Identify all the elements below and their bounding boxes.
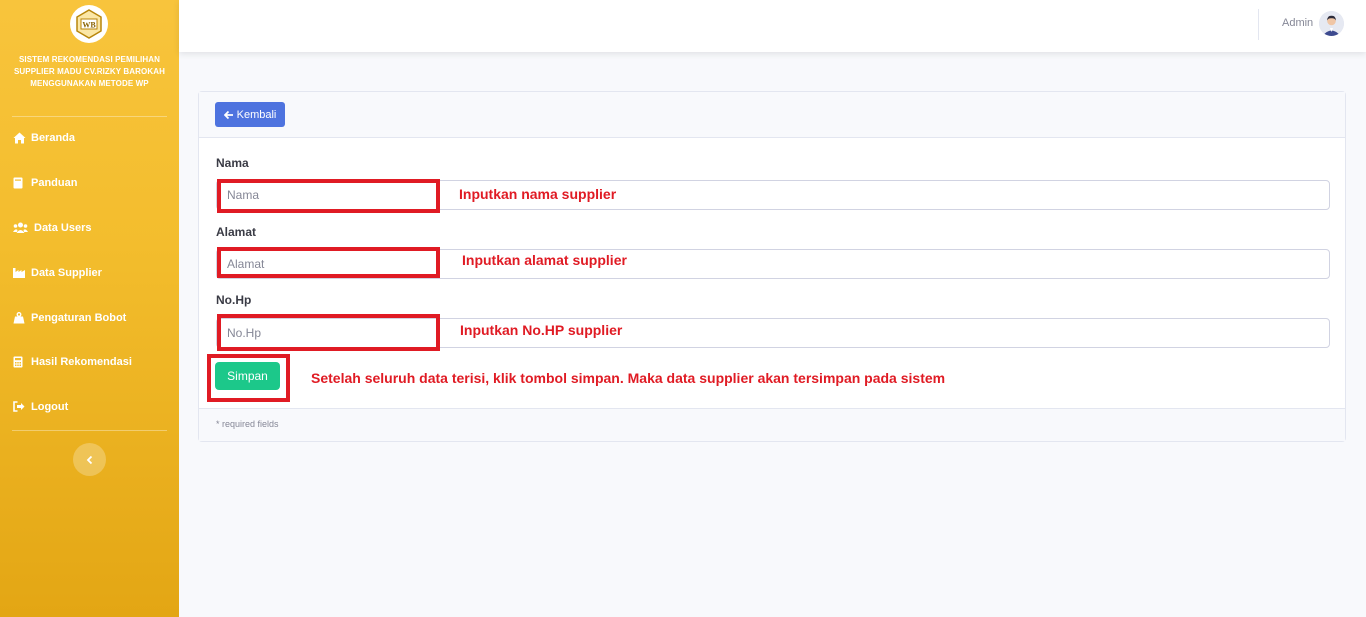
user-avatar[interactable] [1319,11,1344,36]
users-icon [13,222,28,234]
sidebar-item-data-users[interactable]: Data Users [0,216,179,240]
industry-icon [13,267,25,279]
annotation-nohp: Inputkan No.HP supplier [460,322,623,338]
sidebar-item-beranda[interactable]: Beranda [0,126,179,150]
nohp-input[interactable] [216,318,1330,348]
save-button-label: Simpan [227,369,268,383]
sidebar-item-data-supplier[interactable]: Data Supplier [0,261,179,285]
weight-icon [13,312,25,324]
sidebar-item-label: Data Supplier [31,267,102,279]
home-icon [13,132,26,144]
user-name[interactable]: Admin [1282,17,1313,29]
chevron-left-icon [86,455,92,464]
nama-input[interactable] [216,180,1330,210]
sidebar-item-pengaturan-bobot[interactable]: Pengaturan Bobot [0,306,179,330]
nama-label: Nama [216,156,249,170]
required-fields-note: * required fields [216,419,279,429]
annotation-simpan: Setelah seluruh data terisi, klik tombol… [311,370,946,386]
brand-title: SISTEM REKOMENDASI PEMILIHAN SUPPLIER MA… [13,55,165,88]
arrow-left-icon [223,110,233,119]
book-icon [13,177,25,189]
logo-emblem-icon: WB [76,9,102,39]
back-button[interactable]: Kembali [215,102,285,127]
sidebar-toggle-button[interactable] [73,443,106,476]
sidebar-item-hasil-rekomendasi[interactable]: Hasil Rekomendasi [0,350,179,374]
sidebar-divider [12,116,167,117]
sidebar-divider [12,430,167,431]
sidebar-item-label: Logout [31,401,69,413]
sidebar-item-logout[interactable]: Logout [0,395,179,419]
brand-logo[interactable]: WB [70,5,108,43]
avatar-icon [1319,11,1344,36]
nohp-label: No.Hp [216,293,252,307]
sign-out-icon [13,401,25,413]
sidebar-item-panduan[interactable]: Panduan [0,171,179,195]
alamat-label: Alamat [216,225,257,239]
sidebar-item-label: Beranda [31,132,76,144]
back-button-label: Kembali [236,108,277,121]
annotation-alamat: Inputkan alamat supplier [462,252,627,268]
annotation-nama: Inputkan nama supplier [459,186,617,202]
sidebar: WB SISTEM REKOMENDASI PEMILIHAN SUPPLIER… [0,0,179,617]
topbar-divider [1258,9,1259,40]
sidebar-item-label: Data Users [34,222,92,234]
topbar: Admin [179,0,1366,52]
sidebar-item-label: Panduan [31,177,78,189]
card-header: Kembali [199,92,1345,138]
alamat-input[interactable] [216,249,1330,279]
sidebar-item-label: Hasil Rekomendasi [31,356,132,368]
card-footer: * required fields [199,408,1345,441]
supplier-form-card: Kembali Nama Alamat No.Hp Simpan * requi… [198,91,1346,442]
save-button[interactable]: Simpan [215,362,280,390]
logo-text: WB [82,21,96,30]
calculator-icon [13,356,25,368]
sidebar-item-label: Pengaturan Bobot [31,312,127,324]
